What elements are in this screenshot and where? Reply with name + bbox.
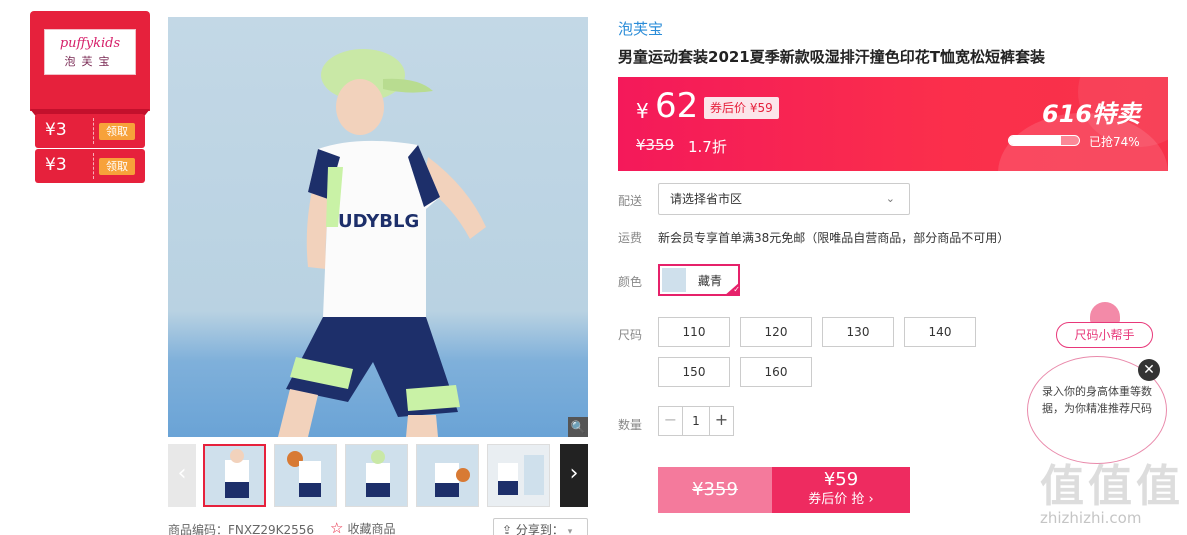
product-photo: UDYBLG	[278, 49, 486, 437]
check-icon: ✓	[724, 282, 740, 296]
thumbnail[interactable]	[274, 444, 337, 507]
shop-link[interactable]: 泡芙宝	[618, 18, 663, 39]
delivery-label: 配送	[618, 194, 643, 208]
favorite-button[interactable]: ☆ 收藏商品	[330, 519, 395, 535]
coupon-1[interactable]: ¥3 领取	[35, 114, 145, 148]
brand-logo-text: puffykids	[59, 36, 121, 51]
coupon-price-tag: 券后价 ¥59	[704, 97, 779, 119]
thumbnail-image	[287, 451, 321, 497]
size-option[interactable]: 150	[658, 357, 730, 387]
main-product-image[interactable]: UDYBLG 🔍	[168, 17, 588, 437]
quantity-plus-button[interactable]: +	[709, 407, 733, 435]
shipping-label: 运费	[618, 231, 643, 245]
favorite-label: 收藏商品	[347, 522, 396, 535]
close-icon[interactable]: ✕	[1138, 359, 1160, 381]
sold-progress-bar	[1008, 135, 1080, 146]
quantity-input[interactable]: 1	[683, 407, 709, 435]
zoom-icon[interactable]: 🔍	[568, 417, 588, 437]
claim-coupon-button[interactable]: 领取	[99, 158, 135, 175]
share-button[interactable]: ⇪ 分享到： ▾	[493, 518, 588, 535]
quantity-label: 数量	[618, 418, 643, 432]
current-price: 62	[655, 86, 699, 126]
buy-coupon-label: 券后价 抢 ›	[808, 492, 874, 507]
product-code: 商品编码：FNXZ29K2556	[168, 523, 314, 535]
coupon-divider	[93, 118, 94, 144]
size-option[interactable]: 130	[822, 317, 894, 347]
color-label: 颜色	[618, 275, 643, 289]
discount-rate: 1.7折	[688, 138, 727, 156]
size-helper-text: 录入你的身高体重等数据，为你精准推荐尺码	[1042, 385, 1152, 415]
buy-with-coupon-button[interactable]: ¥59 券后价 抢 ›	[772, 467, 910, 513]
buy-coupon-price: ¥59	[823, 469, 859, 490]
mascot-icon	[1090, 302, 1120, 324]
coupon-amount: ¥3	[45, 155, 67, 175]
thumb-prev-arrow-icon[interactable]: ‹	[168, 444, 196, 507]
shipping-info: 新会员专享首单满38元免邮（限唯品自营商品，部分商品不可用）	[658, 231, 1010, 245]
thumb-next-arrow-icon[interactable]: ›	[560, 444, 588, 507]
event-badge: 616特卖	[1042, 100, 1141, 128]
claim-coupon-button[interactable]: 领取	[99, 123, 135, 140]
thumbnail[interactable]	[416, 444, 479, 507]
brand-card[interactable]: puffykids 泡芙宝	[30, 11, 150, 121]
quantity-stepper: − 1 +	[658, 406, 734, 436]
size-option[interactable]: 110	[658, 317, 730, 347]
size-option[interactable]: 140	[904, 317, 976, 347]
coupon-2[interactable]: ¥3 领取	[35, 149, 145, 183]
thumbnail[interactable]	[203, 444, 266, 507]
color-option-navy[interactable]: 藏青 ✓	[658, 264, 740, 296]
thumbnail-image	[435, 463, 470, 497]
thumbnail-image	[366, 450, 390, 497]
size-option[interactable]: 120	[740, 317, 812, 347]
coupon-amount: ¥3	[45, 120, 67, 140]
product-title: 男童运动套装2021夏季新款吸湿排汗撞色印花T恤宽松短裤套装	[618, 48, 1045, 66]
size-label: 尺码	[618, 328, 643, 342]
size-option[interactable]: 160	[740, 357, 812, 387]
svg-text:UDYBLG: UDYBLG	[338, 211, 419, 232]
color-swatch	[662, 268, 686, 292]
size-helper-title[interactable]: 尺码小帮手	[1056, 322, 1153, 348]
chevron-down-icon: ▾	[567, 527, 573, 535]
sold-progress-fill	[1009, 136, 1061, 145]
color-option-label: 藏青	[698, 274, 723, 288]
buy-original-price-button[interactable]: ¥359	[658, 467, 772, 513]
thumbnail-image	[488, 445, 549, 506]
thumbnail[interactable]	[345, 444, 408, 507]
price-banner: ¥ 62 券后价 ¥59 ¥359 1.7折 616特卖 已抢74%	[618, 77, 1168, 171]
thumbnail-image	[225, 449, 249, 498]
watermark-logo: 值值值	[1040, 461, 1184, 512]
thumbnail[interactable]	[487, 444, 550, 507]
brand-logo[interactable]: puffykids 泡芙宝	[44, 29, 136, 75]
star-icon: ☆	[330, 519, 344, 535]
chevron-down-icon: ⌄	[885, 192, 895, 205]
quantity-minus-button[interactable]: −	[659, 407, 683, 435]
sold-percentage: 已抢74%	[1089, 135, 1140, 149]
watermark-url: zhizhizhi.com	[1040, 509, 1142, 527]
region-select-value: 请选择省市区	[670, 192, 743, 206]
share-label: 分享到：	[515, 523, 564, 535]
share-icon: ⇪	[502, 523, 516, 535]
currency-symbol: ¥	[636, 99, 649, 123]
coupon-divider	[93, 153, 94, 179]
original-price: ¥359	[636, 136, 675, 154]
brand-logo-cn: 泡芙宝	[64, 55, 116, 68]
region-select[interactable]: 请选择省市区 ⌄	[658, 183, 910, 215]
